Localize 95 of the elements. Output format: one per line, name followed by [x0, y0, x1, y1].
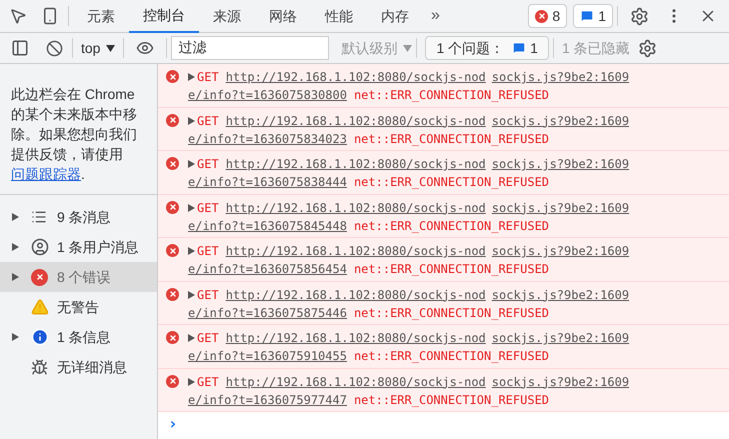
sidebar-item[interactable]: 9 条消息: [0, 202, 157, 232]
list-icon: [31, 209, 47, 225]
request-url[interactable]: http://192.168.1.102:8080/sockjs-nod: [226, 242, 486, 260]
expand-icon: [188, 204, 195, 212]
error-text: net::ERR_CONNECTION_REFUSED: [354, 261, 550, 278]
expand-icon: [188, 73, 195, 81]
expand-icon: [188, 334, 195, 342]
request-url[interactable]: e/info?t=1636075838444: [188, 173, 347, 191]
settings-icon[interactable]: [638, 38, 657, 58]
item-label: 无详细消息: [57, 358, 127, 376]
error-text: net::ERR_CONNECTION_REFUSED: [354, 348, 550, 365]
error-icon: [535, 10, 548, 22]
error-icon: [166, 331, 179, 344]
tab[interactable]: 网络: [255, 0, 311, 32]
info-icon: [31, 328, 49, 346]
error-text: net::ERR_CONNECTION_REFUSED: [354, 304, 550, 322]
request-url[interactable]: e/info?t=1636075977447: [188, 390, 347, 408]
expand-icon: [188, 290, 195, 298]
request-url[interactable]: e/info?t=1636075856454: [188, 260, 347, 278]
request-url[interactable]: e/info?t=1636075830800: [188, 86, 347, 104]
request-method: GET: [197, 374, 219, 390]
source-link[interactable]: sockjs.js?9be2:1609: [492, 242, 630, 260]
expand-icon: [188, 378, 195, 386]
sidebar-item[interactable]: 1 条信息: [0, 322, 157, 352]
expand-icon: [188, 160, 195, 168]
source-link[interactable]: sockjs.js?9be2:1609: [492, 155, 630, 173]
caret-icon: [403, 44, 412, 52]
context-dropdown[interactable]: top: [77, 38, 120, 58]
sidebar-notice: 此边栏会在 Chrome 的某个未来版本中移除。如果您想向我们提供反馈，请使用 问题跟踪器.: [11, 85, 138, 184]
request-method: GET: [197, 69, 219, 86]
tab[interactable]: 元素: [73, 0, 129, 32]
issue-count-button[interactable]: 1: [573, 4, 613, 28]
message-icon: [580, 9, 594, 23]
request-url[interactable]: http://192.168.1.102:8080/sockjs-nod: [226, 198, 486, 216]
request-method: GET: [197, 243, 219, 260]
error-text: net::ERR_CONNECTION_REFUSED: [354, 174, 550, 191]
error-icon: [166, 157, 179, 170]
source-link[interactable]: sockjs.js?9be2:1609: [492, 112, 630, 130]
caret-icon: [106, 44, 116, 52]
request-url[interactable]: e/info?t=1636075845448: [188, 216, 347, 234]
warning-icon: [31, 298, 49, 316]
tab[interactable]: 来源: [199, 0, 255, 32]
user-icon: [31, 238, 49, 256]
item-label: 1 条用户消息: [57, 238, 139, 256]
error-icon: [166, 374, 179, 388]
request-method: GET: [197, 156, 219, 173]
item-label: 1 条信息: [57, 328, 111, 346]
source-link[interactable]: sockjs.js?9be2:1609: [492, 372, 630, 390]
request-method: GET: [197, 286, 219, 304]
message-icon: [512, 41, 526, 55]
sidebar-item[interactable]: 8 个错误: [0, 262, 157, 292]
sidebar-item[interactable]: 无警告: [0, 292, 157, 322]
error-icon: [166, 244, 179, 257]
request-method: GET: [197, 112, 219, 130]
error-text: net::ERR_CONNECTION_REFUSED: [354, 218, 550, 234]
error-text: net::ERR_CONNECTION_REFUSED: [354, 392, 550, 408]
request-url[interactable]: e/info?t=1636075875446: [188, 304, 347, 322]
tab[interactable]: 性能: [311, 0, 367, 32]
item-label: 无警告: [57, 298, 99, 316]
sidebar-item[interactable]: 无详细消息: [0, 352, 157, 382]
item-label: 9 条消息: [57, 208, 111, 226]
source-link[interactable]: sockjs.js?9be2:1609: [492, 329, 630, 347]
more-tabs-button[interactable]: »: [423, 4, 448, 28]
hidden-count: 1 条已隐藏: [562, 38, 630, 58]
console-prompt[interactable]: ›: [168, 412, 178, 436]
error-text: net::ERR_CONNECTION_REFUSED: [354, 130, 550, 148]
item-label: 8 个错误: [57, 268, 111, 286]
source-link[interactable]: sockjs.js?9be2:1609: [492, 286, 630, 304]
request-url[interactable]: http://192.168.1.102:8080/sockjs-nod: [226, 112, 486, 130]
error-icon: [166, 288, 179, 300]
request-url[interactable]: http://192.168.1.102:8080/sockjs-nod: [226, 372, 486, 390]
error-icon: [166, 200, 179, 214]
request-url[interactable]: e/info?t=1636075910455: [188, 347, 347, 365]
request-url[interactable]: http://192.168.1.102:8080/sockjs-nod: [226, 155, 486, 173]
error-icon: [31, 268, 48, 286]
source-link[interactable]: sockjs.js?9be2:1609: [492, 198, 630, 216]
error-count-button[interactable]: 8: [528, 4, 568, 28]
issues-button[interactable]: 1 个问题： 1: [425, 36, 549, 60]
sidebar-item[interactable]: 1 条用户消息: [0, 232, 157, 262]
error-icon: [166, 70, 179, 83]
request-method: GET: [197, 330, 219, 347]
request-url[interactable]: http://192.168.1.102:8080/sockjs-nod: [226, 329, 486, 347]
request-url[interactable]: http://192.168.1.102:8080/sockjs-nod: [226, 286, 486, 304]
error-icon: [166, 114, 179, 126]
request-url[interactable]: http://192.168.1.102:8080/sockjs-nod: [226, 68, 486, 86]
request-method: GET: [197, 200, 219, 216]
expand-icon: [188, 116, 195, 124]
expand-icon: [188, 247, 195, 255]
request-url[interactable]: e/info?t=1636075834023: [188, 130, 347, 148]
bug-icon: [31, 358, 48, 376]
issue-tracker-link[interactable]: 问题跟踪器: [11, 166, 81, 182]
source-link[interactable]: sockjs.js?9be2:1609: [492, 68, 630, 86]
filter-field[interactable]: 过滤: [171, 36, 330, 60]
error-text: net::ERR_CONNECTION_REFUSED: [354, 87, 550, 104]
tab[interactable]: 内存: [367, 0, 423, 32]
